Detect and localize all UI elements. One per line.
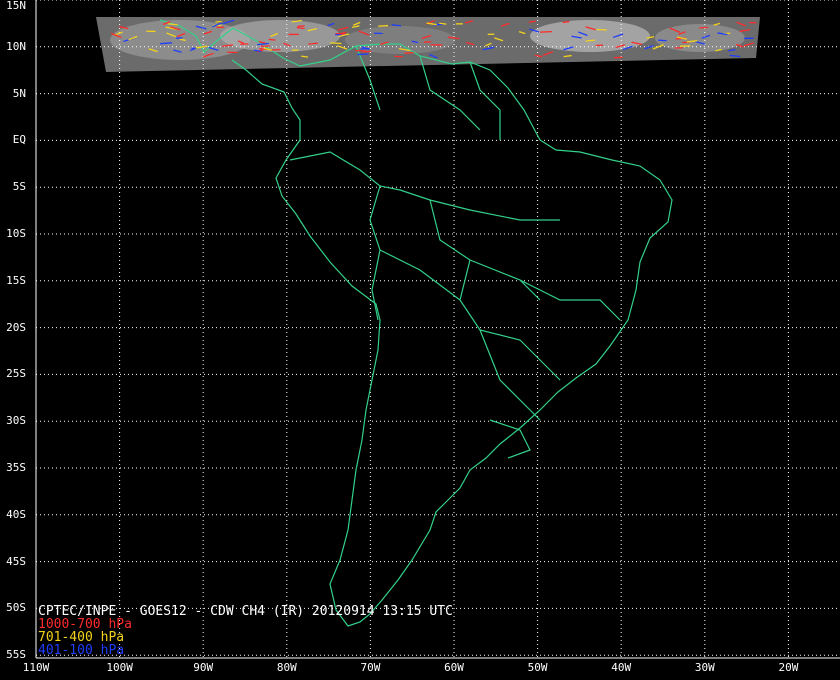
legend-high-level: 401-100 hPa <box>38 643 125 658</box>
latitude-label: 25S <box>6 367 26 381</box>
latitude-label: 10N <box>6 39 26 53</box>
longitude-label: 50W <box>527 661 548 674</box>
wind-barb <box>176 37 183 39</box>
latitude-label: 10S <box>6 227 26 240</box>
latitude-label: 45S <box>6 554 26 568</box>
satellite-wind-map <box>35 0 840 659</box>
latitude-label: 5N <box>12 86 26 100</box>
wind-barb <box>439 22 447 25</box>
country-borders <box>289 45 621 421</box>
longitude-label: 110W <box>22 661 50 674</box>
uruguay-border <box>489 419 531 459</box>
longitude-label: 100W <box>106 661 133 674</box>
latitude-label: 50S <box>6 601 26 615</box>
wind-barb <box>270 48 281 51</box>
longitude-label: 70W <box>360 661 381 674</box>
longitude-label: 80W <box>276 661 297 674</box>
wind-barb <box>404 51 414 54</box>
longitude-label: 20W <box>778 661 799 674</box>
longitude-label: 30W <box>694 661 715 674</box>
longitude-label: 40W <box>611 661 632 674</box>
latitude-label: 5S <box>12 180 26 194</box>
lat-lon-gridlines <box>35 0 840 659</box>
wind-barb <box>378 24 389 27</box>
wind-barb <box>562 20 570 24</box>
latitude-label: 15N <box>6 0 26 12</box>
wind-barb <box>699 26 709 29</box>
latitude-label: 55S <box>6 648 26 662</box>
latitude-label: 30S <box>6 414 26 428</box>
wind-barb <box>297 25 305 28</box>
wind-barb <box>160 42 172 45</box>
wind-barb <box>268 38 276 41</box>
latitude-label: 15S <box>6 273 26 287</box>
wind-barb <box>355 49 367 52</box>
coastline-and-borders <box>159 19 673 627</box>
cloud-imagery-swath <box>96 17 760 72</box>
longitude-label: 90W <box>193 661 214 674</box>
wind-barb <box>539 30 552 33</box>
wind-barb <box>330 42 342 45</box>
latitude-label: EQ <box>12 133 26 147</box>
wind-barb <box>585 39 596 42</box>
latitude-label: 40S <box>6 507 26 521</box>
wind-barb <box>357 53 369 56</box>
longitude-label: 60W <box>444 661 464 674</box>
wind-barb <box>215 20 222 23</box>
south-america-coastline <box>231 27 673 627</box>
latitude-label: 35S <box>6 461 26 474</box>
latitude-label: 20S <box>6 320 26 334</box>
wind-barb <box>296 26 305 30</box>
